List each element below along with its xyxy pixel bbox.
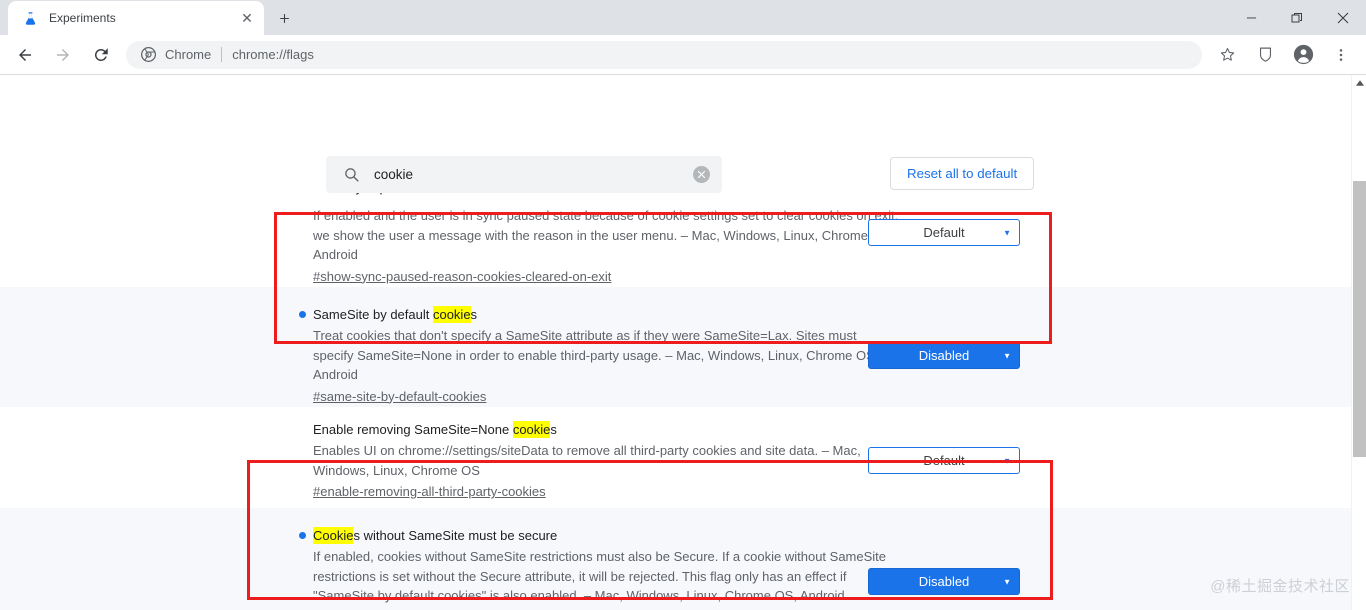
- shield-icon: [1257, 46, 1274, 63]
- flag-row: If enabled and the user is in sync pause…: [0, 193, 1351, 287]
- flag-select-wrap: Disabled ▼: [868, 342, 1020, 369]
- chrome-logo-icon: [140, 47, 156, 63]
- flag-title-post: s: [471, 307, 478, 322]
- flag-row-cookies-without-same-site-must-be-secure: Cookies without SameSite must be secure …: [0, 508, 1351, 610]
- window-maximize-button[interactable]: [1274, 0, 1320, 35]
- search-match-highlight: Cookie: [313, 527, 353, 544]
- scroll-up-arrow-icon[interactable]: [1352, 75, 1366, 90]
- flag-state-value: Disabled: [919, 348, 970, 363]
- flag-text-block: Cookies without SameSite must be secure …: [313, 526, 909, 610]
- flag-title: Cookies without SameSite must be secure: [313, 526, 899, 545]
- flag-state-dropdown[interactable]: Default ▼: [868, 219, 1020, 246]
- back-button[interactable]: [11, 41, 39, 69]
- flag-select-wrap: Disabled ▼: [868, 568, 1020, 595]
- flag-row-enable-removing-all-third-party-cookies: Enable removing SameSite=None cookies En…: [0, 407, 1351, 508]
- flag-title-pre: SameSite by default: [313, 307, 433, 322]
- avatar-icon: [1293, 44, 1314, 65]
- minimize-icon: [1246, 12, 1257, 23]
- flag-description: Enables UI on chrome://settings/siteData…: [313, 441, 899, 480]
- flag-title-post: s: [550, 422, 557, 437]
- restore-icon: [1291, 12, 1303, 24]
- flag-state-value: Default: [923, 453, 964, 468]
- flags-page: cookie Reset all to default Show sync pa…: [0, 75, 1366, 610]
- browser-tab-experiments[interactable]: Experiments ✕: [8, 1, 264, 35]
- omnibox-url-text: chrome://flags: [232, 47, 314, 62]
- flags-list: If enabled and the user is in sync pause…: [0, 193, 1351, 610]
- window-controls: [1228, 0, 1366, 35]
- close-x-icon: [697, 170, 706, 179]
- arrow-left-icon: [16, 46, 34, 64]
- flag-title: SameSite by default cookies: [313, 305, 899, 324]
- arrow-right-icon: [54, 46, 72, 64]
- flag-text-block: If enabled and the user is in sync pause…: [313, 202, 909, 278]
- flask-icon: [22, 10, 38, 26]
- three-dot-menu-icon: [1333, 47, 1349, 63]
- tab-title: Experiments: [49, 11, 238, 25]
- flag-state-dropdown[interactable]: Disabled ▼: [868, 568, 1020, 595]
- flag-title-post: s without SameSite must be secure: [353, 528, 557, 543]
- flag-text-block: SameSite by default cookies Treat cookie…: [313, 305, 909, 398]
- toolbar-right-actions: [1208, 41, 1360, 69]
- clear-search-icon[interactable]: [693, 166, 710, 183]
- flags-search-box[interactable]: cookie: [326, 156, 722, 193]
- chevron-down-icon: ▼: [1003, 577, 1011, 586]
- modified-flag-dot-icon: [299, 311, 306, 318]
- modified-flag-dot-icon: [299, 532, 306, 539]
- bookmark-star-button[interactable]: [1213, 41, 1241, 69]
- flag-state-dropdown[interactable]: Disabled ▼: [868, 342, 1020, 369]
- window-minimize-button[interactable]: [1228, 0, 1274, 35]
- tab-strip: Experiments ✕: [0, 0, 1366, 35]
- reload-button[interactable]: [87, 41, 115, 69]
- omnibox-scheme-label: Chrome: [165, 47, 211, 62]
- flag-state-dropdown[interactable]: Default ▼: [868, 447, 1020, 474]
- window-close-button[interactable]: [1320, 0, 1366, 35]
- extension-shield-button[interactable]: [1251, 41, 1279, 69]
- tab-close-icon[interactable]: ✕: [238, 9, 256, 27]
- reset-all-label: Reset all to default: [907, 166, 1017, 181]
- flag-description: If enabled and the user is in sync pause…: [313, 206, 899, 265]
- flag-state-value: Default: [923, 225, 964, 240]
- flag-description: If enabled, cookies without SameSite res…: [313, 547, 899, 606]
- flag-row-same-site-by-default-cookies: SameSite by default cookies Treat cookie…: [0, 287, 1351, 407]
- page-scrollbar[interactable]: [1351, 75, 1366, 610]
- chevron-down-icon: ▼: [1003, 456, 1011, 465]
- flag-anchor-link[interactable]: #enable-removing-all-third-party-cookies: [313, 482, 546, 501]
- flag-description: Treat cookies that don't specify a SameS…: [313, 326, 899, 385]
- watermark-text: @稀土掘金技术社区: [1210, 575, 1350, 596]
- plus-icon: [278, 12, 291, 25]
- search-icon: [342, 166, 360, 184]
- search-match-highlight: cookie: [433, 306, 471, 323]
- search-input[interactable]: cookie: [374, 167, 693, 182]
- flag-anchor-link[interactable]: #show-sync-paused-reason-cookies-cleared…: [313, 267, 611, 286]
- flag-title-pre: Enable removing SameSite=None: [313, 422, 513, 437]
- chevron-down-icon: ▼: [1003, 228, 1011, 237]
- flag-anchor-link[interactable]: #same-site-by-default-cookies: [313, 387, 486, 406]
- new-tab-button[interactable]: [270, 4, 298, 32]
- flag-select-wrap: Default ▼: [868, 219, 1020, 246]
- forward-button[interactable]: [49, 41, 77, 69]
- search-match-highlight: cookie: [513, 421, 551, 438]
- chevron-down-icon: ▼: [1003, 351, 1011, 360]
- flag-state-value: Disabled: [919, 574, 970, 589]
- address-bar[interactable]: Chrome chrome://flags: [126, 41, 1202, 69]
- flag-select-wrap: Default ▼: [868, 447, 1020, 474]
- scrollbar-thumb[interactable]: [1353, 181, 1366, 457]
- browser-toolbar: Chrome chrome://flags: [0, 35, 1366, 75]
- flag-title: Enable removing SameSite=None cookies: [313, 420, 899, 439]
- browser-menu-button[interactable]: [1327, 41, 1355, 69]
- omnibox-divider: [221, 47, 222, 62]
- flag-text-block: Enable removing SameSite=None cookies En…: [313, 420, 909, 499]
- close-icon: [1337, 12, 1349, 24]
- star-icon: [1219, 46, 1236, 63]
- profile-avatar-button[interactable]: [1289, 41, 1317, 69]
- reset-all-to-default-button[interactable]: Reset all to default: [890, 157, 1034, 190]
- reload-icon: [92, 46, 110, 64]
